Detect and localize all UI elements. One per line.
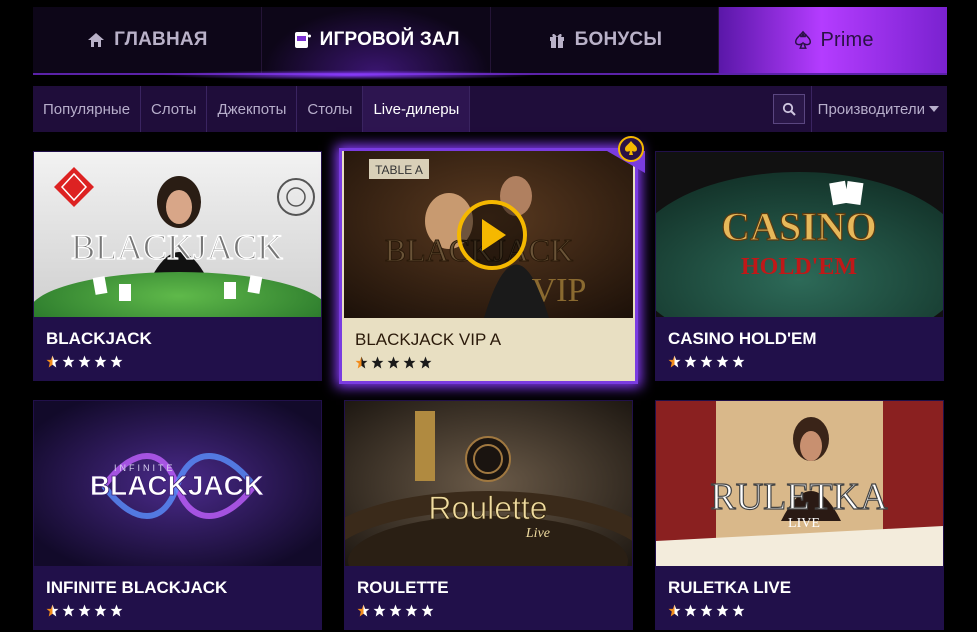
nav-prime-label: Prime (820, 28, 874, 51)
star-half-icon[interactable] (46, 355, 59, 368)
active-tab-glow (160, 70, 540, 80)
thumb-logo-text: Roulette (428, 490, 547, 526)
game-title: BLACKJACK (46, 329, 152, 348)
nav-game-hall[interactable]: ИГРОВОЙ ЗАЛ (261, 7, 491, 73)
star-icon[interactable] (110, 604, 123, 617)
prime-spade-icon (793, 30, 813, 50)
star-icon[interactable] (110, 355, 123, 368)
game-card[interactable]: CASINO HOLD'EM CASINO HOLD'EM (655, 151, 944, 381)
game-card-highlighted[interactable]: TABLE A BLACKJACK VIP BLACKJACK VIP A (339, 136, 645, 384)
nav-bonuses[interactable]: БОНУСЫ (491, 7, 720, 73)
rating-stars[interactable] (668, 355, 745, 368)
game-card[interactable]: Roulette Live ROULETTE (344, 400, 633, 630)
star-icon[interactable] (716, 355, 729, 368)
thumb-logo-text: BLACKJACK (71, 227, 283, 267)
nav-prime[interactable]: Prime (719, 7, 947, 73)
main-nav: ГЛАВНАЯ ИГРОВОЙ ЗАЛ БОНУСЫ Prime (33, 7, 947, 75)
game-title: BLACKJACK VIP A (355, 330, 502, 349)
gift-icon (547, 30, 567, 50)
game-title: CASINO HOLD'EM (668, 329, 817, 348)
star-icon[interactable] (78, 355, 91, 368)
game-card[interactable]: RULETKA LIVE RULETKA LIVE (655, 400, 944, 630)
star-icon[interactable] (419, 356, 432, 369)
game-thumbnail[interactable]: Roulette Live (345, 401, 632, 566)
home-icon (86, 30, 106, 50)
star-icon[interactable] (62, 604, 75, 617)
star-half-icon[interactable] (668, 355, 681, 368)
category-popular[interactable]: Популярные (33, 86, 142, 132)
thumb-logo-text: RULETKA (710, 476, 888, 518)
category-tables[interactable]: Столы (297, 86, 364, 132)
star-half-icon[interactable] (355, 356, 368, 369)
nav-home-label: ГЛАВНАЯ (114, 29, 208, 50)
game-title: ROULETTE (357, 578, 449, 597)
star-icon[interactable] (700, 355, 713, 368)
game-title: RULETKA LIVE (668, 578, 792, 597)
star-icon[interactable] (700, 604, 713, 617)
star-half-icon[interactable] (357, 604, 370, 617)
providers-label: Производители (817, 100, 925, 118)
star-icon[interactable] (421, 604, 434, 617)
nav-home[interactable]: ГЛАВНАЯ (33, 7, 262, 73)
thumb-logo-text: BLACKJACK (90, 470, 264, 501)
game-card[interactable]: INFINITE BLACKJACK INFINITE BLACKJACK (33, 400, 322, 630)
thumb-sub-text: LIVE (788, 516, 820, 531)
star-icon[interactable] (403, 356, 416, 369)
thumb-sub-text: Live (525, 526, 550, 541)
rating-stars[interactable] (357, 604, 434, 617)
game-thumbnail[interactable]: INFINITE BLACKJACK (34, 401, 321, 566)
rating-stars[interactable] (355, 356, 432, 369)
star-icon[interactable] (732, 355, 745, 368)
nav-game-hall-label: ИГРОВОЙ ЗАЛ (319, 29, 460, 50)
providers-dropdown[interactable]: Производители (810, 86, 947, 132)
star-icon[interactable] (389, 604, 402, 617)
slot-machine-icon (292, 30, 312, 50)
star-icon[interactable] (94, 355, 107, 368)
star-icon[interactable] (78, 604, 91, 617)
rating-stars[interactable] (46, 604, 123, 617)
search-button[interactable] (772, 94, 805, 124)
thumb-sub-text: HOLD'EM (741, 254, 857, 280)
star-icon[interactable] (62, 355, 75, 368)
star-half-icon[interactable] (668, 604, 681, 617)
star-icon[interactable] (373, 604, 386, 617)
category-slots[interactable]: Слоты (141, 86, 208, 132)
star-icon[interactable] (732, 604, 745, 617)
rating-stars[interactable] (668, 604, 745, 617)
category-live-dealers[interactable]: Live-дилеры (363, 86, 471, 132)
chevron-down-icon (929, 106, 939, 112)
prime-badge-icon (607, 136, 645, 173)
game-card[interactable]: BLACKJACK BLACKJACK (33, 151, 322, 381)
star-icon[interactable] (371, 356, 384, 369)
game-thumbnail[interactable]: RULETKA LIVE (656, 401, 943, 566)
star-half-icon[interactable] (46, 604, 59, 617)
nav-bonuses-label: БОНУСЫ (574, 29, 663, 50)
star-icon[interactable] (716, 604, 729, 617)
rating-stars[interactable] (46, 355, 123, 368)
star-icon[interactable] (94, 604, 107, 617)
star-icon[interactable] (387, 356, 400, 369)
game-thumbnail[interactable]: TABLE A BLACKJACK VIP (344, 151, 633, 318)
category-jackpots[interactable]: Джекпоты (207, 86, 298, 132)
thumb-logo-text: CASINO (721, 204, 877, 249)
game-thumbnail[interactable]: CASINO HOLD'EM (656, 152, 943, 317)
star-icon[interactable] (684, 355, 697, 368)
category-bar: Популярные Слоты Джекпоты Столы Live-дил… (33, 86, 947, 132)
star-icon[interactable] (405, 604, 418, 617)
star-icon[interactable] (684, 604, 697, 617)
thumb-sub-text: VIP (532, 272, 587, 309)
game-thumbnail[interactable]: BLACKJACK (34, 152, 321, 317)
search-icon (782, 102, 796, 116)
game-title: INFINITE BLACKJACK (46, 578, 228, 597)
table-label: TABLE A (375, 163, 423, 177)
